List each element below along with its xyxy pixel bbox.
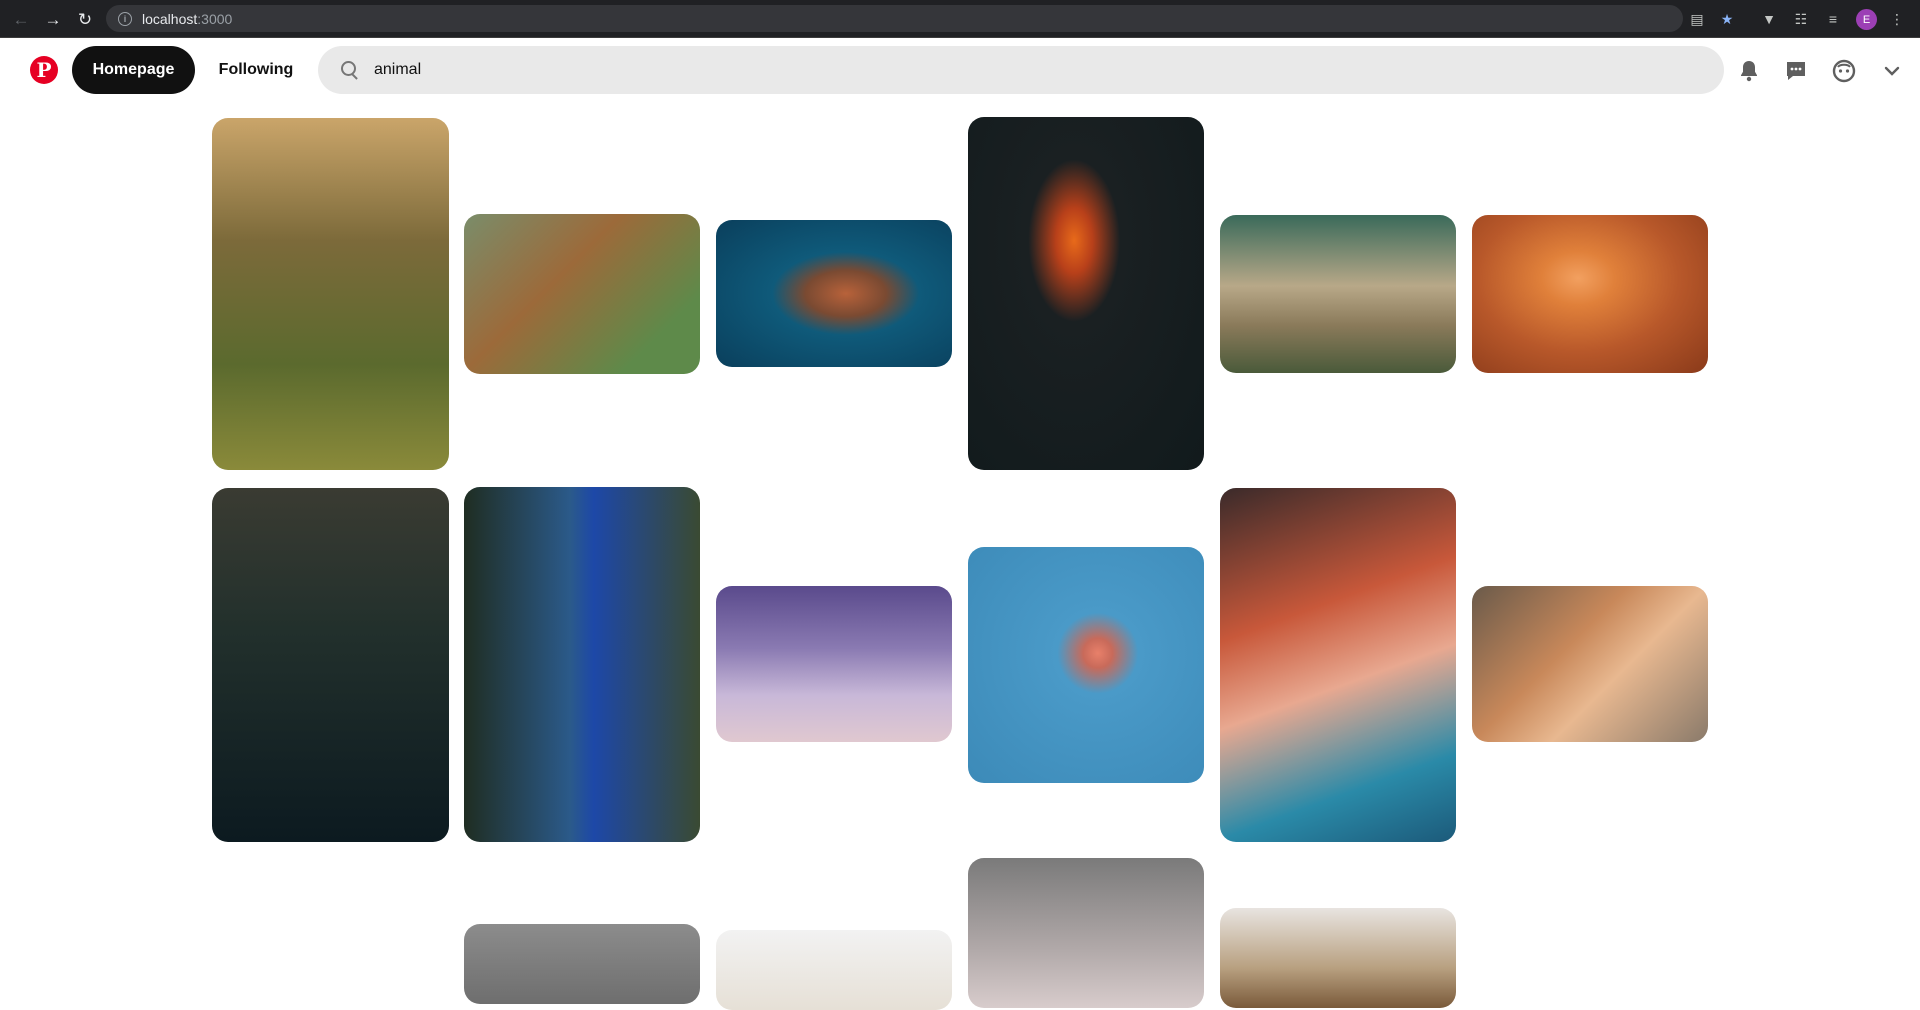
pin-image <box>1220 488 1456 842</box>
pin-deer[interactable] <box>212 118 449 470</box>
pin-fluffy-cat[interactable] <box>1220 488 1456 842</box>
profile-icon[interactable] <box>1831 58 1857 84</box>
address-url: localhost:3000 <box>142 11 232 27</box>
pin-image <box>464 487 700 842</box>
pin-sleeping-cat[interactable] <box>1472 586 1708 742</box>
pin-image <box>716 586 952 742</box>
pinterest-logo[interactable]: P <box>30 56 58 84</box>
address-bar[interactable]: i localhost:3000 <box>106 5 1683 32</box>
pin-light-photo[interactable] <box>716 930 952 1010</box>
pin-stag[interactable] <box>212 488 449 842</box>
bell-icon[interactable] <box>1736 58 1762 84</box>
browser-menu-icon[interactable]: ⋮ <box>1886 8 1908 30</box>
browser-toolbar: ← → ↻ i localhost:3000 ▤ ★ ▼ ☷ ≡ E ⋮ <box>0 0 1920 38</box>
pin-image <box>1220 215 1456 373</box>
pin-leopard[interactable] <box>1220 215 1456 373</box>
profile-avatar[interactable]: E <box>1856 9 1877 30</box>
search-bar[interactable] <box>318 46 1724 94</box>
pin-turtle[interactable] <box>716 220 952 367</box>
pin-white-kitten[interactable] <box>968 858 1204 1008</box>
forward-arrow-icon[interactable]: → <box>42 8 64 30</box>
message-icon[interactable] <box>1783 58 1809 84</box>
pin-image <box>212 118 449 470</box>
translate-icon[interactable]: ▤ <box>1686 8 1708 30</box>
vue-extension-icon[interactable]: ▼ <box>1758 8 1780 30</box>
reading-list-icon[interactable]: ≡ <box>1822 8 1844 30</box>
url-port: :3000 <box>197 10 233 27</box>
pin-image <box>464 214 700 374</box>
search-input[interactable] <box>374 61 1674 79</box>
extensions-puzzle-icon[interactable]: ☷ <box>1790 8 1812 30</box>
profile-initial: E <box>1862 13 1871 26</box>
pin-image <box>968 547 1204 783</box>
homepage-button[interactable]: Homepage <box>72 46 195 94</box>
back-arrow-icon[interactable]: ← <box>10 8 32 30</box>
chevron-down-icon[interactable] <box>1879 58 1905 84</box>
pin-macaw[interactable] <box>464 487 700 842</box>
url-host: localhost <box>142 10 198 27</box>
pin-image <box>716 220 952 367</box>
pin-lion[interactable] <box>464 214 700 374</box>
search-icon <box>340 60 360 80</box>
pin-image <box>464 924 700 1004</box>
pin-grey-animal[interactable] <box>464 924 700 1004</box>
pin-flamingo[interactable] <box>968 547 1204 783</box>
following-button[interactable]: Following <box>205 46 307 94</box>
pin-butterfly[interactable] <box>1472 215 1708 373</box>
pin-image <box>1472 215 1708 373</box>
pin-image <box>1220 908 1456 1008</box>
site-info-icon[interactable]: i <box>118 11 132 26</box>
pin-image <box>716 930 952 1010</box>
reload-icon[interactable]: ↻ <box>74 8 96 30</box>
app-header: P Homepage Following <box>0 38 1920 103</box>
pin-image <box>212 488 449 842</box>
pin-parrot[interactable] <box>968 117 1204 470</box>
bookmark-star-icon[interactable]: ★ <box>1716 8 1738 30</box>
pin-image <box>968 117 1204 470</box>
pin-arctic-fox[interactable] <box>716 586 952 742</box>
pin-tabby-cat[interactable] <box>1220 908 1456 1008</box>
pin-image <box>1472 586 1708 742</box>
pin-image <box>968 858 1204 1008</box>
